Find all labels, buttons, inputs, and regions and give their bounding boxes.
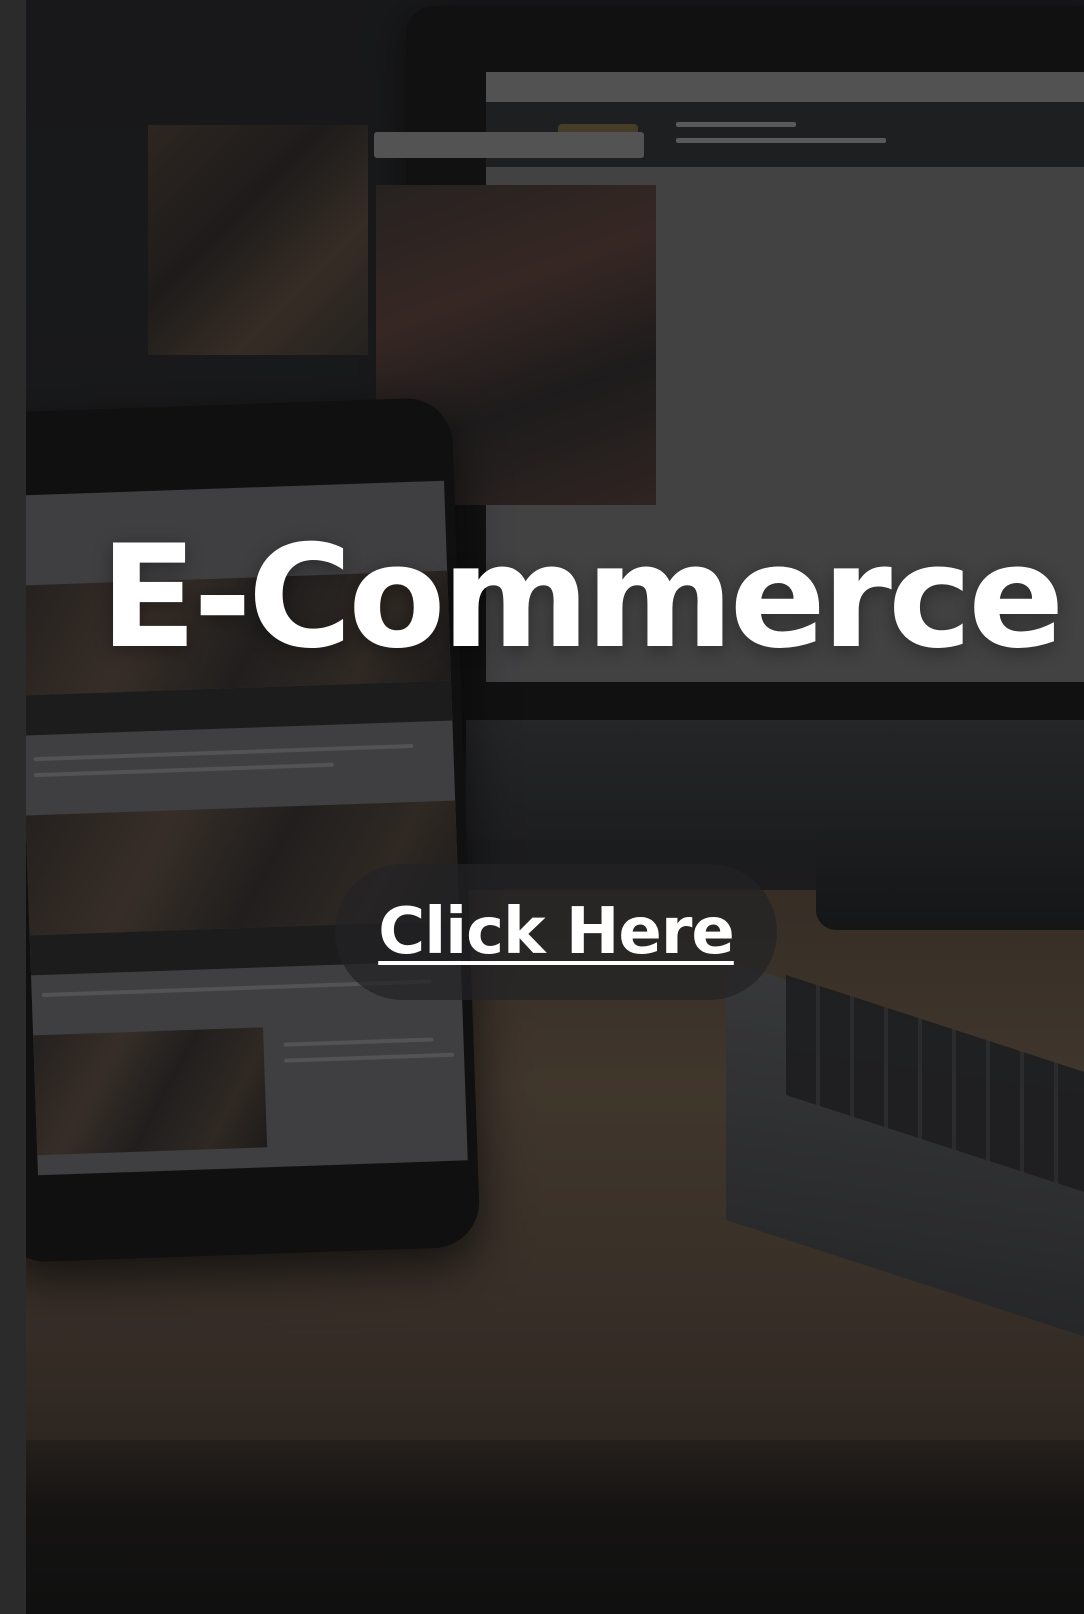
left-edge-strip	[0, 0, 26, 1614]
hero-section: E-Commerce Click Here	[26, 0, 1084, 1614]
click-here-label: Click Here	[378, 895, 735, 969]
dark-overlay	[26, 0, 1084, 1614]
click-here-button[interactable]: Click Here	[335, 864, 777, 1000]
page: E-Commerce Click Here	[0, 0, 1084, 1614]
hero-title: E-Commerce	[100, 515, 1064, 681]
